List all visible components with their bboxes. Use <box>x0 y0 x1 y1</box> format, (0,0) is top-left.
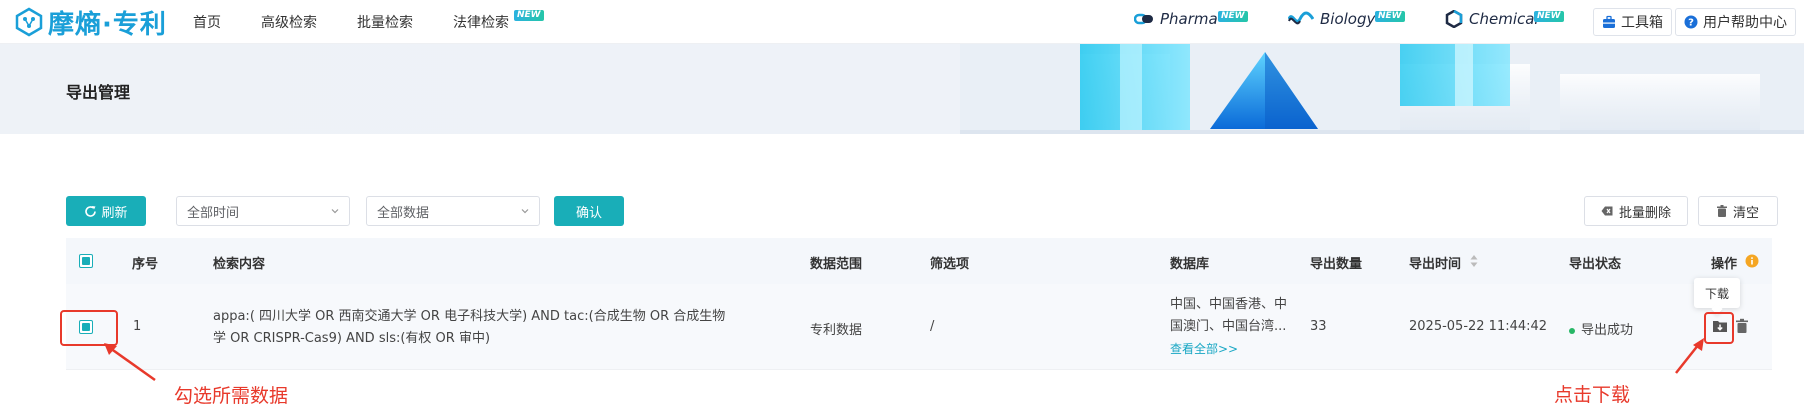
product-biology[interactable]: Biology <box>1288 10 1375 28</box>
product-pharma-label: Pharma <box>1160 10 1218 28</box>
row-count: 33 <box>1310 319 1327 334</box>
row-time: 2025-05-22 11:44:42 <box>1409 319 1548 334</box>
nav-legal-search[interactable]: 法律检索 <box>453 12 509 32</box>
col-status: 导出状态 <box>1569 257 1622 272</box>
col-count: 导出数量 <box>1310 257 1363 272</box>
page-title: 导出管理 <box>66 83 131 102</box>
page-banner: 导出管理 <box>0 44 1804 134</box>
row-database: 中国、中国香港、中 国澳门、中国台湾... 查看全部>> <box>1170 294 1310 360</box>
sort-icon[interactable] <box>1470 254 1478 268</box>
info-icon[interactable] <box>1745 254 1759 268</box>
row-index: 1 <box>133 319 142 334</box>
refresh-icon <box>85 205 97 217</box>
toolbox-icon <box>1603 15 1615 28</box>
toolbox-button[interactable]: 工具箱 <box>1593 8 1672 36</box>
product-chemical[interactable]: Chemical <box>1445 10 1539 28</box>
help-center-button[interactable]: ? 用户帮助中心 <box>1675 8 1796 36</box>
time-range-select[interactable]: 全部时间 <box>176 196 350 226</box>
chevron-down-icon <box>521 209 529 214</box>
biology-icon <box>1288 11 1314 25</box>
clear-button[interactable]: 清空 <box>1698 196 1778 226</box>
batch-delete-button[interactable]: 批量删除 <box>1584 196 1688 226</box>
help-icon: ? <box>1684 15 1698 29</box>
product-chemical-label: Chemical <box>1469 10 1539 28</box>
download-tooltip-text: 下载 <box>1704 286 1729 301</box>
col-scope: 数据范围 <box>810 257 863 272</box>
row-database-line1: 中国、中国香港、中 <box>1170 297 1288 312</box>
pharma-icon <box>1134 13 1153 25</box>
help-center-label: 用户帮助中心 <box>1703 15 1787 31</box>
top-nav: 摩熵·专利 首页 高级检索 批量检索 法律检索 NEW Pharma NEW B… <box>0 0 1804 44</box>
table-row: 1 appa:( 四川大学 OR 西南交通大学 OR 电子科技大学) AND t… <box>66 284 1772 370</box>
confirm-button[interactable]: 确认 <box>554 196 624 226</box>
row-query-line1: appa:( 四川大学 OR 西南交通大学 OR 电子科技大学) AND tac… <box>213 309 726 324</box>
download-highlight-box <box>1704 312 1734 344</box>
clear-label: 清空 <box>1732 205 1759 221</box>
arrow-to-download-icon <box>1675 338 1704 374</box>
annotation-select-data: 勾选所需数据 <box>174 385 289 407</box>
new-badge: NEW <box>1375 11 1405 22</box>
row-query-line2: 学 OR CRISPR-Cas9) AND sls:(有权 OR 审中) <box>213 331 491 346</box>
annotation-click-download: 点击下载 <box>1554 384 1631 406</box>
chevron-down-icon <box>331 209 339 214</box>
product-pharma[interactable]: Pharma <box>1134 10 1218 28</box>
row-query: appa:( 四川大学 OR 西南交通大学 OR 电子科技大学) AND tac… <box>213 306 753 350</box>
new-badge: NEW <box>1218 11 1248 22</box>
row-filters: / <box>930 319 935 334</box>
refresh-label: 刷新 <box>101 205 128 221</box>
logo-text: 摩熵·专利 <box>48 9 167 40</box>
trash-icon <box>1716 205 1727 217</box>
col-query: 检索内容 <box>213 257 266 272</box>
svg-text:?: ? <box>1688 18 1694 29</box>
chemical-icon <box>1445 10 1463 28</box>
new-badge: NEW <box>1534 11 1564 22</box>
delete-icon[interactable] <box>1733 317 1751 335</box>
col-index: 序号 <box>132 257 159 272</box>
nav-advanced-search[interactable]: 高级检索 <box>261 12 317 32</box>
new-badge: NEW <box>514 10 544 21</box>
data-scope-value: 全部数据 <box>377 205 430 221</box>
brand-logo[interactable]: 摩熵·专利 <box>14 4 167 40</box>
col-database: 数据库 <box>1170 257 1210 272</box>
table-header: 序号 检索内容 数据范围 筛选项 数据库 导出数量 导出时间 导出状态 操作 <box>66 238 1772 284</box>
row-database-line2: 国澳门、中国台湾... <box>1170 319 1287 334</box>
refresh-button[interactable]: 刷新 <box>66 196 146 226</box>
logo-mark-icon <box>15 7 43 37</box>
nav-batch-search[interactable]: 批量检索 <box>357 12 413 32</box>
confirm-label: 确认 <box>575 205 602 221</box>
time-range-value: 全部时间 <box>187 205 240 221</box>
row-status: 导出成功 <box>1569 319 1633 338</box>
arrow-to-checkbox-icon <box>104 343 156 382</box>
col-time[interactable]: 导出时间 <box>1409 253 1461 272</box>
row-status-label: 导出成功 <box>1581 323 1634 338</box>
view-all-link[interactable]: 查看全部>> <box>1170 338 1310 360</box>
col-actions: 操作 <box>1711 257 1738 272</box>
batch-delete-label: 批量删除 <box>1618 205 1671 221</box>
backspace-icon <box>1601 206 1613 216</box>
select-all-checkbox[interactable] <box>79 254 93 268</box>
row-scope: 专利数据 <box>810 323 863 338</box>
data-scope-select[interactable]: 全部数据 <box>366 196 540 226</box>
banner-illustration <box>960 44 1804 134</box>
col-filters: 筛选项 <box>930 257 970 272</box>
toolbox-label: 工具箱 <box>1621 15 1663 31</box>
download-tooltip: 下载 <box>1694 278 1740 308</box>
nav-home[interactable]: 首页 <box>193 12 221 32</box>
product-biology-label: Biology <box>1320 10 1376 28</box>
status-dot-icon <box>1569 327 1575 334</box>
